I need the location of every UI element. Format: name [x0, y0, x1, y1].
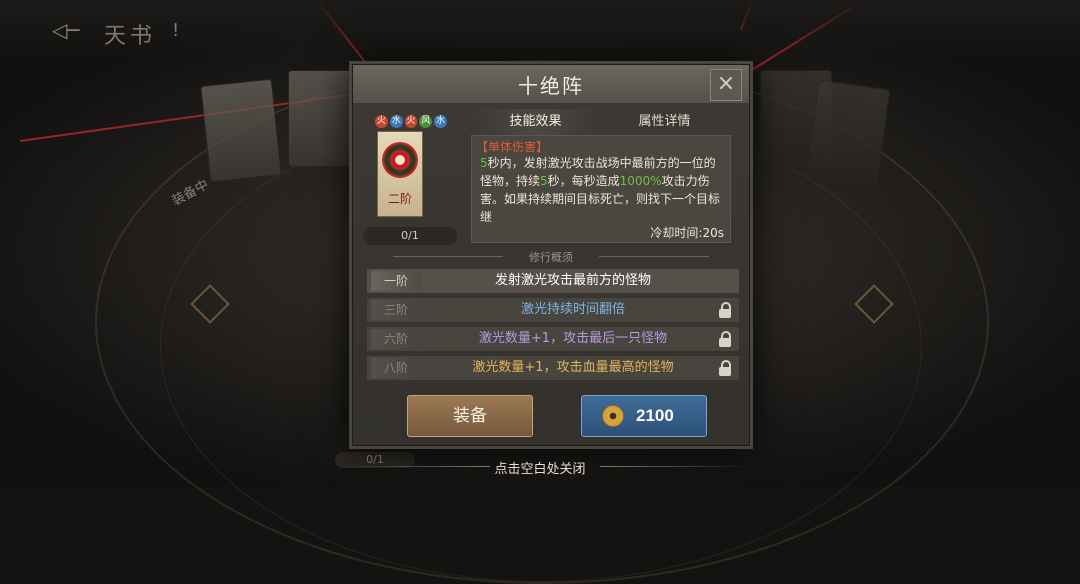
water-icon: 水 — [434, 115, 447, 128]
tab-skill-effect[interactable]: 技能效果 — [471, 109, 600, 135]
lock-icon — [719, 302, 731, 318]
wind-icon: 风 — [419, 115, 433, 128]
stage-text: 激光数量+1，攻击血量最高的怪物 — [472, 360, 674, 375]
background-card[interactable] — [288, 70, 360, 167]
stage-row: 六阶 激光数量+1，攻击最后一只怪物 — [367, 327, 739, 351]
cooldown-time: 冷却时间:20s — [650, 226, 724, 240]
fire-icon: 火 — [375, 115, 388, 128]
lock-icon — [719, 331, 731, 347]
buy-button[interactable]: 2100 — [581, 395, 707, 437]
coin-icon — [602, 405, 624, 427]
close-hint[interactable]: 点击空白处关闭 — [0, 458, 1080, 477]
effect-desc-part: 1000% — [619, 174, 662, 188]
tab-bar: 技能效果 属性详情 — [471, 109, 729, 135]
section-divider-right — [599, 256, 709, 257]
page-title-badge: ! — [172, 20, 180, 41]
effect-desc-part: 秒，每秒造成 — [547, 174, 620, 188]
stage-text: 激光持续时间翻倍 — [520, 302, 625, 317]
stage-label: 八阶 — [371, 358, 421, 378]
buy-price: 2100 — [636, 406, 674, 425]
top-bar — [0, 0, 1080, 60]
stage-row: 八阶 激光数量+1，攻击血量最高的怪物 — [367, 356, 739, 380]
background-card-locked[interactable] — [805, 79, 891, 186]
close-button[interactable]: × — [710, 69, 742, 101]
effect-description-box: 【单体伤害】 5秒内，发射激光攻击战场中最前方的一位的怪物，持续5秒，每秒造成1… — [471, 135, 731, 243]
effect-type: 【单体伤害】 — [476, 140, 549, 154]
stage-label: 三阶 — [371, 300, 421, 320]
stage-row: 一阶 发射激光攻击最前方的怪物 — [367, 269, 739, 293]
stage-text: 发射激光攻击最前方的怪物 — [494, 273, 651, 288]
effect-desc-part: 5 — [540, 174, 548, 188]
skill-emblem-icon — [382, 142, 418, 178]
close-icon: × — [716, 71, 736, 96]
background-card[interactable] — [200, 78, 282, 183]
hint-line-right — [600, 466, 750, 467]
stage-label: 一阶 — [371, 271, 421, 291]
skill-dialog: 十绝阵 × 火 水 火 风 水 二阶 0/1 技能效果 属性详情 【单体伤害】 … — [352, 64, 750, 446]
water-icon: 水 — [389, 115, 403, 128]
skill-card[interactable]: 二阶 — [377, 131, 423, 217]
skill-count: 0/1 — [363, 227, 457, 245]
section-title: 修行概须 — [529, 251, 573, 264]
skill-rank: 二阶 — [387, 192, 412, 206]
stage-text: 激光数量+1，攻击最后一只怪物 — [478, 331, 668, 346]
effect-desc-part: 5 — [480, 156, 488, 170]
dialog-title: 十绝阵 — [518, 74, 584, 98]
fire-icon: 火 — [404, 115, 418, 128]
equip-button[interactable]: 装备 — [407, 395, 533, 437]
stage-row: 三阶 激光持续时间翻倍 — [367, 298, 739, 322]
effect-description: 5秒内，发射激光攻击战场中最前方的一位的怪物，持续5秒，每秒造成1000%攻击力… — [480, 154, 724, 226]
tab-attribute-details[interactable]: 属性详情 — [600, 109, 729, 135]
back-button[interactable]: ◁─ — [52, 18, 92, 42]
element-icons: 火 水 火 风 水 — [375, 115, 447, 131]
lock-icon — [719, 360, 731, 376]
stage-label: 六阶 — [371, 329, 421, 349]
page-title: 天书 — [104, 24, 157, 49]
